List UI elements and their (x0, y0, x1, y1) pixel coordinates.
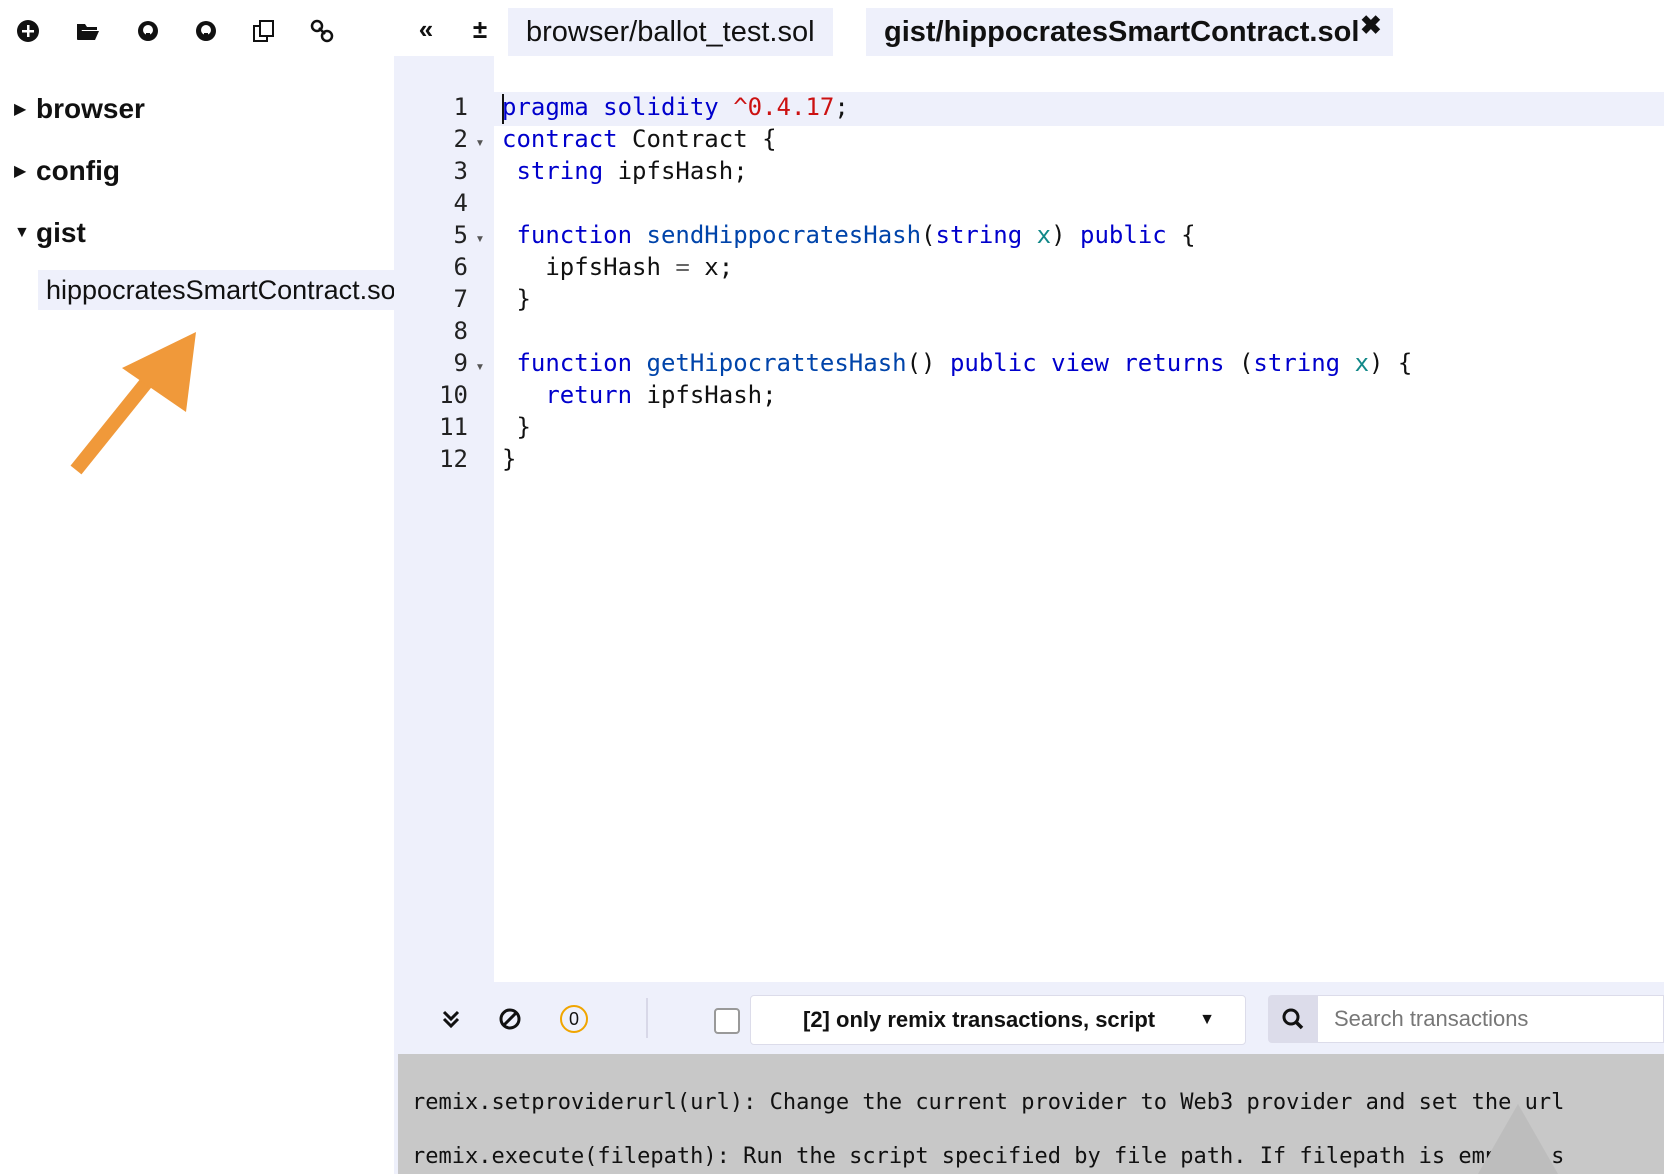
code-line: return ipfsHash; (545, 381, 777, 409)
line-number: 3 (453, 157, 468, 185)
create-new-file-icon[interactable] (11, 14, 45, 48)
update-gist-github-icon[interactable] (189, 14, 223, 48)
line-number: 12 (439, 445, 468, 473)
folder-gist[interactable]: ▼ gist (14, 213, 86, 253)
tab-gist-hippocrates-smart-contract[interactable]: gist/hippocratesSmartContract.sol (866, 8, 1393, 56)
folder-config[interactable]: ▶ config (14, 151, 120, 191)
terminal-output[interactable]: remix.setproviderurl(url): Change the cu… (398, 1054, 1664, 1174)
code-line: string ipfsHash; (516, 157, 748, 185)
tab-label: browser/ballot_test.sol (526, 15, 815, 48)
line-number: 11 (439, 413, 468, 441)
caret-down-icon: ▼ (1199, 1011, 1215, 1028)
pending-transactions-badge[interactable]: 0 (560, 1005, 588, 1033)
clear-console-icon[interactable] (493, 1002, 527, 1036)
fold-caret-icon[interactable]: ▼ (475, 234, 485, 245)
code-line: ipfsHash = x; (502, 253, 734, 281)
line-number: 2 (453, 125, 468, 153)
folder-label: gist (36, 217, 86, 248)
code-line: pragma solidity ^0.4.17; (502, 93, 849, 121)
file-item-hippocrates-smart-contract[interactable]: hippocratesSmartContract.sol (38, 270, 394, 310)
file-explorer-panel: ▶ browser ▶ config ▼ gist hippocratesSma… (0, 0, 394, 1174)
line-number: 9 (453, 349, 468, 377)
folder-label: browser (36, 93, 145, 124)
close-tab-icon[interactable]: ✖ (1360, 10, 1382, 41)
code-line: } (502, 285, 531, 313)
line-number: 1 (453, 93, 468, 121)
code-line: } (502, 445, 517, 473)
tab-label: gist/hippocratesSmartContract.sol (884, 15, 1360, 48)
collapse-left-panel-button[interactable]: « (409, 12, 443, 46)
file-explorer-toolbar (0, 0, 394, 62)
terminal-line: remix.execute(filepath): Run the script … (412, 1144, 1565, 1169)
code-line: contract Contract { (502, 125, 777, 153)
folder-label: config (36, 155, 120, 186)
file-label: hippocratesSmartContract.sol (46, 274, 394, 305)
folder-browser[interactable]: ▶ browser (14, 89, 145, 129)
filter-value: [2] only remix transactions, script (803, 1007, 1156, 1032)
copy-to-other-instance-icon[interactable] (247, 14, 281, 48)
listen-network-checkbox[interactable] (714, 1008, 740, 1034)
collapse-terminal-icon[interactable] (434, 1002, 468, 1036)
publish-gist-github-icon[interactable] (131, 14, 165, 48)
annotation-arrow-icon (70, 332, 196, 475)
line-number: 10 (439, 381, 468, 409)
tab-browser-ballot-test[interactable]: browser/ballot_test.sol (508, 8, 833, 56)
terminal-line: remix.setproviderurl(url): Change the cu… (412, 1090, 1565, 1115)
caret-right-icon: ▶ (14, 101, 27, 118)
code-line: function getHipocrattesHash() public vie… (516, 349, 1413, 377)
search-transactions-input[interactable] (1318, 995, 1664, 1043)
line-number: 8 (453, 317, 468, 345)
caret-right-icon: ▶ (14, 163, 27, 180)
connect-localhost-link-icon[interactable] (305, 14, 339, 48)
fold-caret-icon[interactable]: ▼ (475, 362, 485, 373)
fold-caret-icon[interactable]: ▼ (475, 138, 485, 149)
caret-down-icon: ▼ (14, 224, 30, 241)
open-folder-icon[interactable] (71, 14, 105, 48)
line-number: 4 (453, 189, 468, 217)
zoom-in-out-button[interactable]: ± (463, 12, 497, 46)
code-editor[interactable] (494, 56, 1664, 982)
line-number: 5 (453, 221, 468, 249)
code-line: function sendHippocratesHash(string x) p… (516, 221, 1196, 249)
transaction-filter-select[interactable]: [2] only remix transactions, script ▼ (750, 995, 1246, 1045)
code-line: } (502, 413, 531, 441)
search-icon[interactable] (1268, 995, 1318, 1043)
toolbar-divider (646, 998, 648, 1038)
remix-logo-icon (1478, 1104, 1558, 1174)
text-cursor (502, 94, 504, 124)
line-number: 7 (453, 285, 468, 313)
line-number: 6 (453, 253, 468, 281)
